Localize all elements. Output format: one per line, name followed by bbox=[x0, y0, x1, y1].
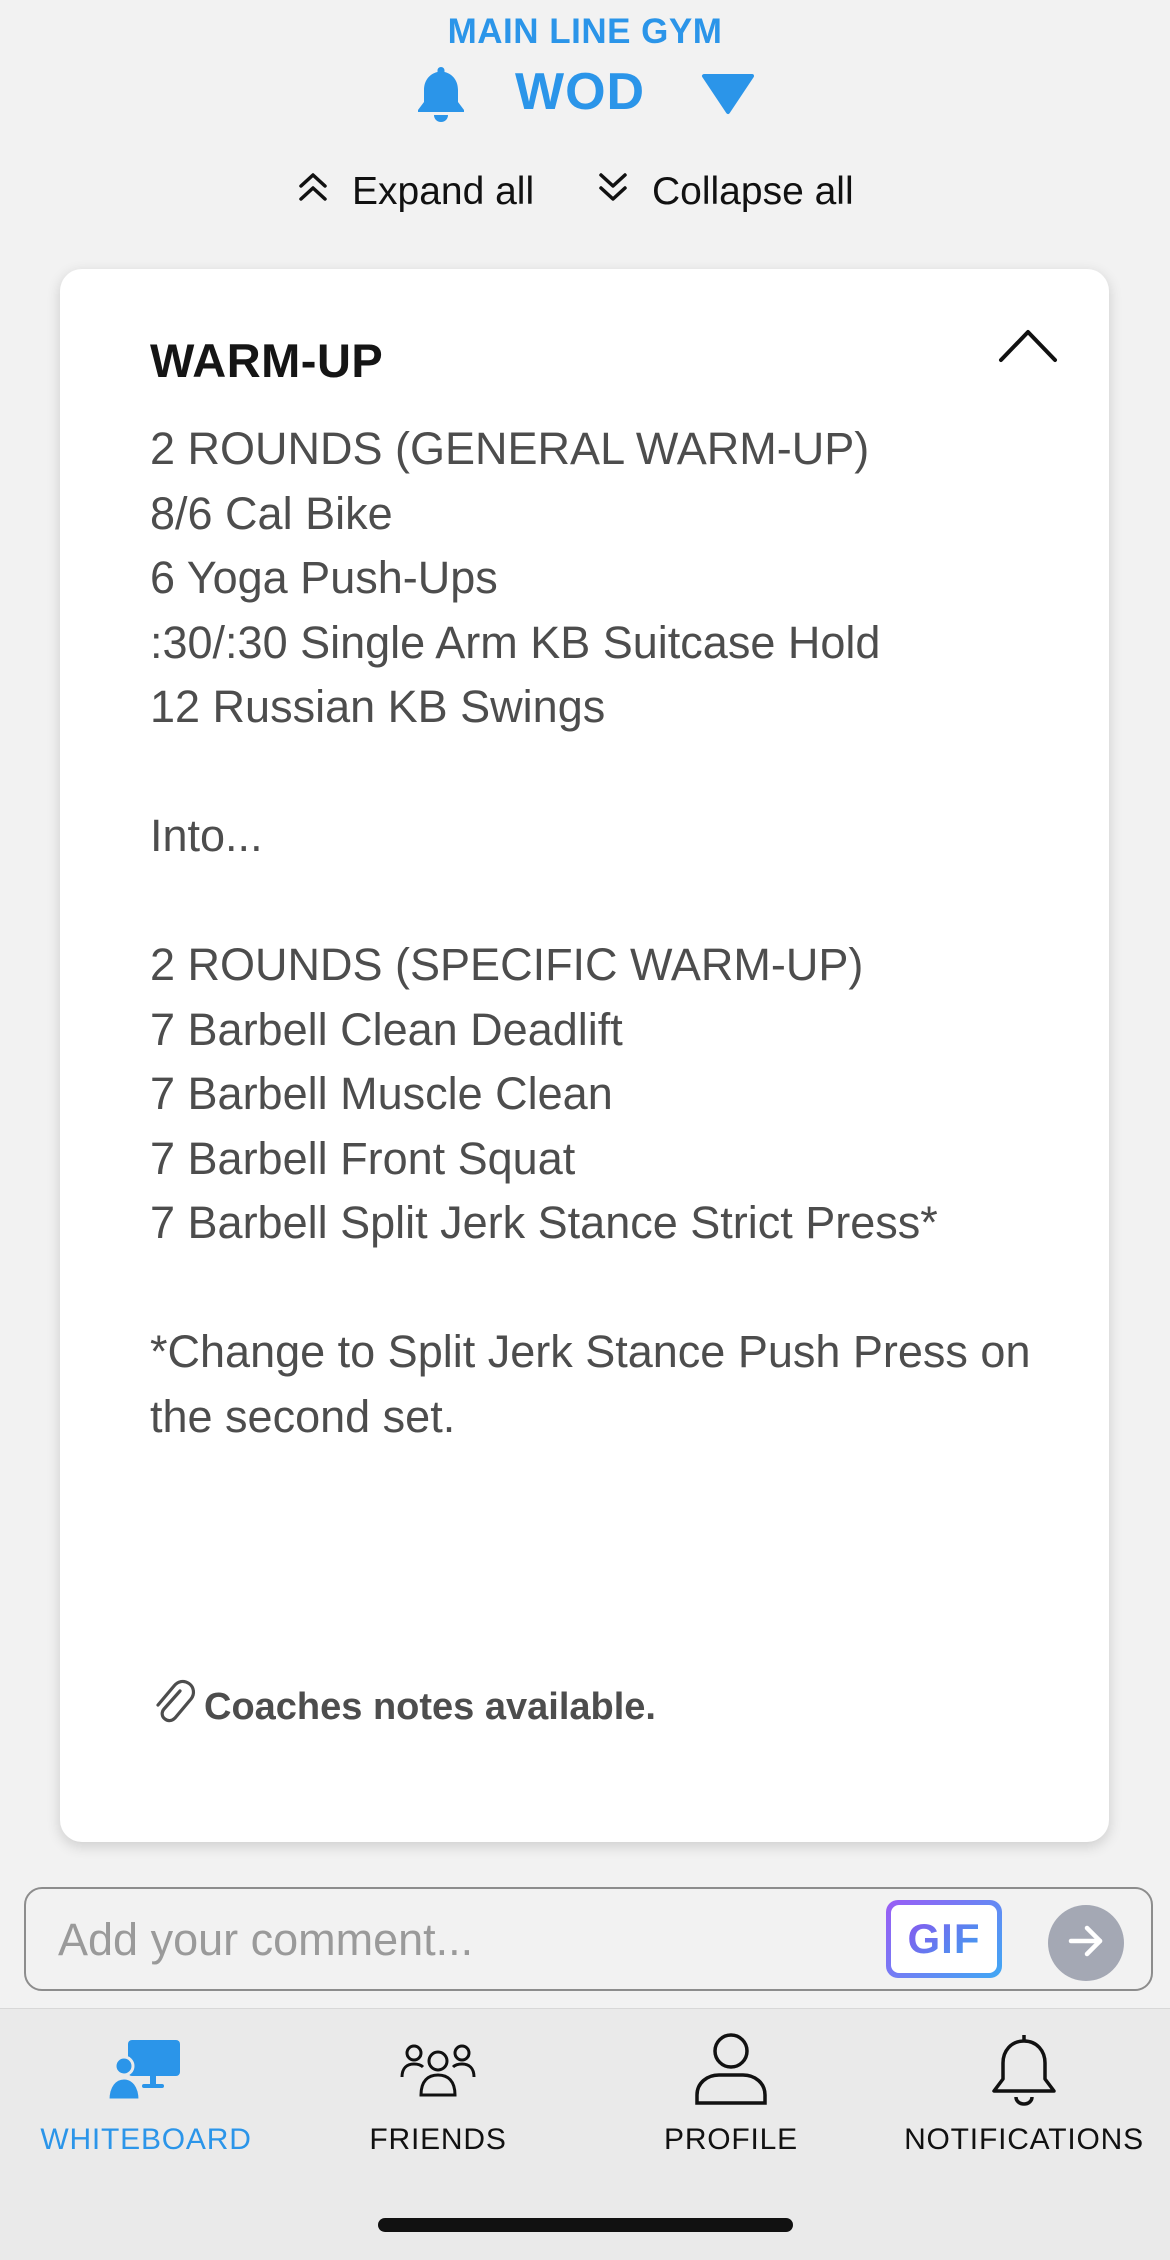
chevron-up-icon[interactable] bbox=[995, 324, 1061, 366]
workout-line: 7 Barbell Muscle Clean bbox=[150, 1068, 613, 1119]
workout-description: 2 ROUNDS (GENERAL WARM-UP) 8/6 Cal Bike … bbox=[150, 417, 1070, 1449]
tab-whiteboard[interactable]: WHITEBOARD bbox=[0, 2029, 292, 2169]
collapse-all-label: Collapse all bbox=[652, 170, 854, 213]
triangle-down-icon[interactable] bbox=[700, 72, 756, 116]
expand-all-label: Expand all bbox=[352, 170, 535, 213]
workout-line: 8/6 Cal Bike bbox=[150, 487, 393, 539]
tab-notifications[interactable]: NOTIFICATIONS bbox=[878, 2029, 1170, 2169]
expand-collapse-row: Expand all Collapse all bbox=[0, 170, 1170, 220]
card-title[interactable]: WARM-UP bbox=[150, 333, 383, 388]
expand-all-button[interactable]: Expand all bbox=[296, 170, 534, 214]
gym-name[interactable]: MAIN LINE GYM bbox=[0, 12, 1170, 52]
coaches-notes-label: Coaches notes available. bbox=[204, 1685, 656, 1728]
home-indicator[interactable] bbox=[378, 2218, 793, 2232]
tab-label: PROFILE bbox=[664, 2123, 798, 2156]
tab-friends[interactable]: FRIENDS bbox=[292, 2029, 584, 2169]
workout-line: Into... bbox=[150, 810, 263, 861]
workout-card: WARM-UP 2 ROUNDS (GENERAL WARM-UP) 8/6 C… bbox=[60, 269, 1109, 1842]
workout-line: 7 Barbell Clean Deadlift bbox=[150, 1003, 623, 1055]
workout-line: 6 Yoga Push-Ups bbox=[150, 552, 498, 603]
bell-icon[interactable] bbox=[410, 62, 472, 124]
comment-bar: GIF bbox=[24, 1887, 1153, 1991]
gif-button[interactable]: GIF bbox=[886, 1900, 1002, 1978]
tab-label: NOTIFICATIONS bbox=[904, 2123, 1144, 2156]
double-chevron-down-icon bbox=[596, 170, 630, 214]
gif-label: GIF bbox=[907, 1915, 981, 1962]
paperclip-icon bbox=[150, 1677, 196, 1737]
workout-line: :30/:30 Single Arm KB Suitcase Hold bbox=[150, 616, 881, 668]
workout-line: 2 ROUNDS (SPECIFIC WARM-UP) bbox=[150, 939, 864, 990]
workout-line bbox=[150, 869, 1070, 934]
bell-icon bbox=[979, 2029, 1069, 2109]
arrow-right-icon bbox=[1064, 1919, 1108, 1968]
header: MAIN LINE GYM WOD Expand all Collapse al… bbox=[0, 0, 1170, 260]
whiteboard-icon bbox=[101, 2029, 191, 2109]
workout-line bbox=[150, 1256, 1070, 1321]
collapse-all-button[interactable]: Collapse all bbox=[596, 170, 854, 214]
workout-line bbox=[150, 740, 1070, 805]
friends-icon bbox=[393, 2029, 483, 2109]
tab-label: WHITEBOARD bbox=[40, 2123, 252, 2156]
comment-input[interactable] bbox=[56, 1911, 880, 1969]
tab-profile[interactable]: PROFILE bbox=[585, 2029, 877, 2169]
coaches-notes[interactable]: Coaches notes available. bbox=[150, 1677, 656, 1737]
profile-icon bbox=[686, 2029, 776, 2109]
workout-line: *Change to Split Jerk Stance Push Press … bbox=[150, 1326, 1044, 1442]
workout-line: 7 Barbell Front Squat bbox=[150, 1132, 576, 1184]
page-title[interactable]: WOD bbox=[515, 62, 645, 122]
workout-line: 12 Russian KB Swings bbox=[150, 681, 606, 732]
send-button[interactable] bbox=[1048, 1905, 1124, 1981]
tab-label: FRIENDS bbox=[369, 2123, 507, 2156]
workout-line: 7 Barbell Split Jerk Stance Strict Press… bbox=[150, 1197, 938, 1248]
workout-line: 2 ROUNDS (GENERAL WARM-UP) bbox=[150, 423, 870, 474]
double-chevron-up-icon bbox=[296, 170, 330, 214]
